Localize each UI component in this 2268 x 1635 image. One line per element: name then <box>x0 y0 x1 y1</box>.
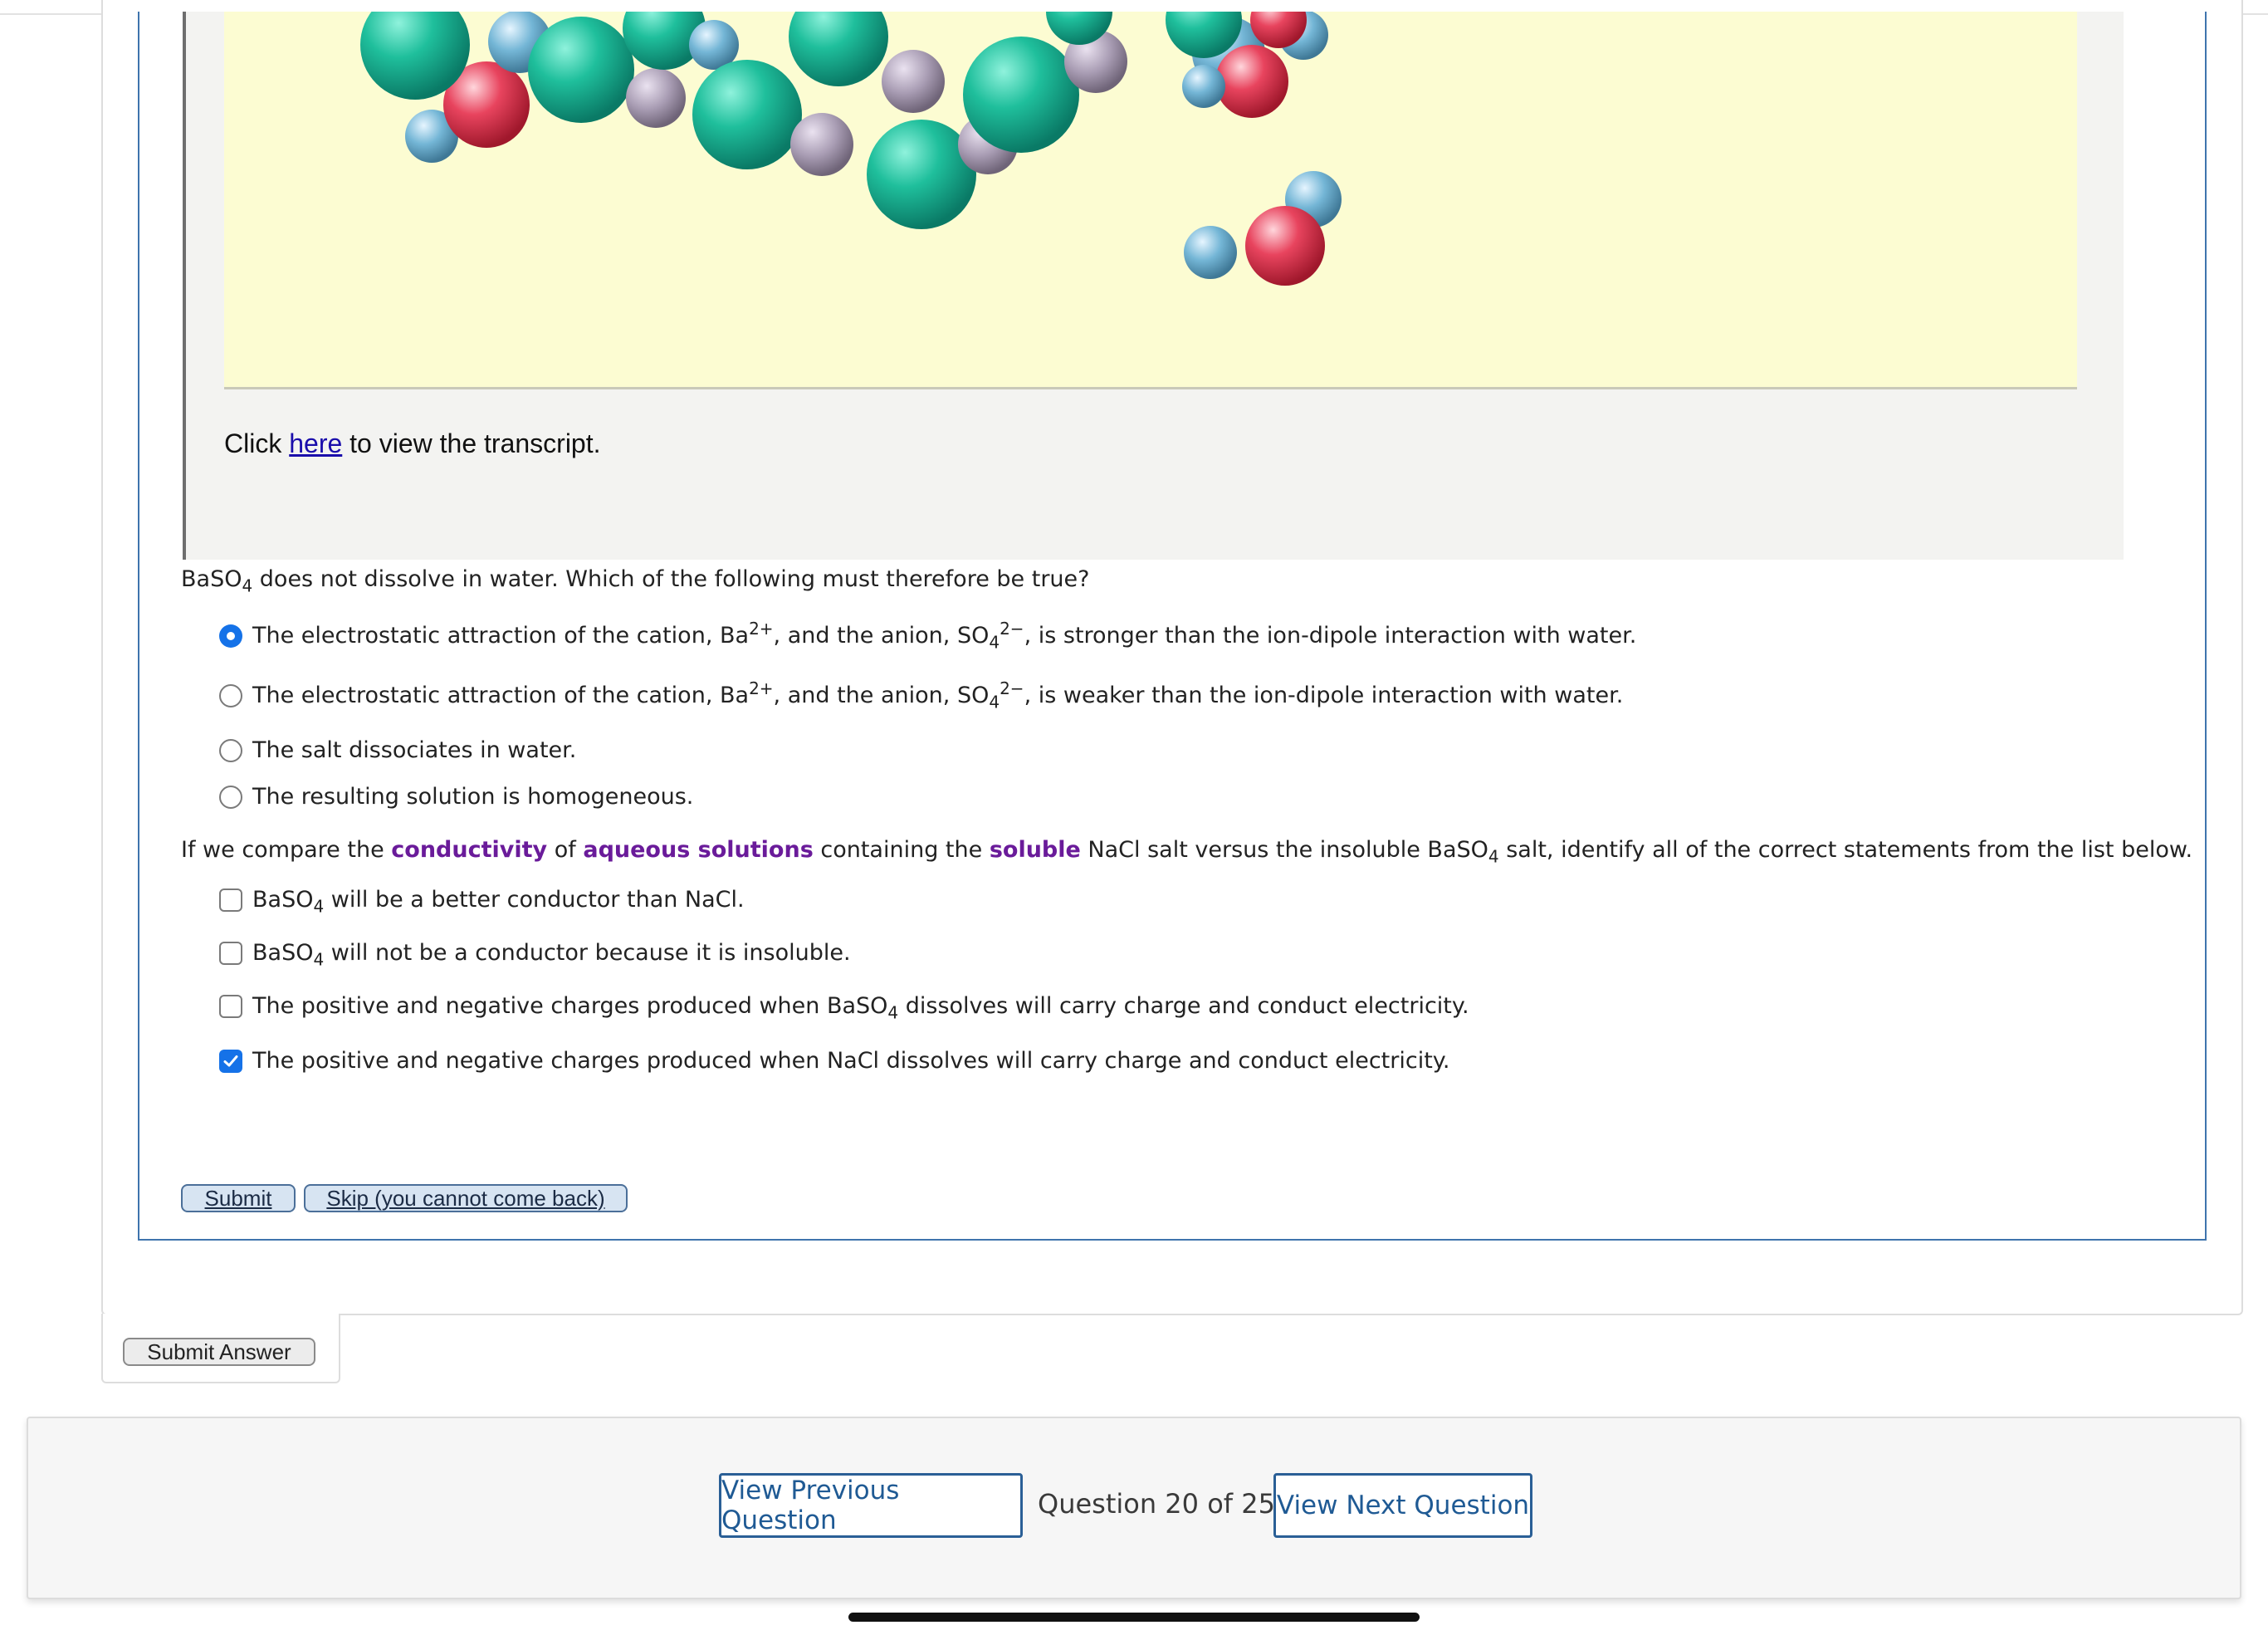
home-indicator <box>848 1613 1420 1622</box>
checkmark-icon <box>223 1055 238 1066</box>
submit-answer-button[interactable]: Submit Answer <box>123 1338 315 1366</box>
radio-button[interactable] <box>219 738 242 762</box>
option-label: The electrostatic attraction of the cati… <box>252 678 1624 712</box>
checkbox[interactable] <box>219 994 242 1018</box>
keyword-conductivity: conductivity <box>391 837 548 863</box>
checkbox-option-4[interactable]: The positive and negative charges produc… <box>219 1048 1450 1074</box>
submit-button[interactable]: Submit <box>181 1184 296 1212</box>
skip-button[interactable]: Skip (you cannot come back) <box>304 1184 628 1212</box>
view-previous-question-button[interactable]: View Previous Question <box>719 1473 1023 1538</box>
option-label: BaSO4 will not be a conductor because it… <box>252 940 851 970</box>
transcript-line: Click here to view the transcript. <box>224 428 601 459</box>
radio-option-4[interactable]: The resulting solution is homogeneous. <box>219 784 693 810</box>
checkbox-checked[interactable] <box>219 1049 242 1073</box>
checkbox-option-1[interactable]: BaSO4 will be a better conductor than Na… <box>219 887 745 917</box>
question-counter: Question 20 of 25 <box>1038 1488 1275 1520</box>
option-label: The electrostatic attraction of the cati… <box>252 619 1637 653</box>
transcript-link[interactable]: here <box>289 428 342 458</box>
transcript-suffix: to view the transcript. <box>342 428 601 458</box>
keyword-aqueous-solutions: aqueous solutions <box>583 837 814 863</box>
question2-stem: If we compare the conductivity of aqueou… <box>181 837 2193 867</box>
checkbox-option-3[interactable]: The positive and negative charges produc… <box>219 993 1469 1023</box>
option-label: The positive and negative charges produc… <box>252 1048 1450 1074</box>
transcript-prefix: Click <box>224 428 290 458</box>
radio-button[interactable] <box>219 683 242 707</box>
option-label: The salt dissociates in water. <box>252 737 577 763</box>
radio-option-3[interactable]: The salt dissociates in water. <box>219 737 576 763</box>
option-label: BaSO4 will be a better conductor than Na… <box>252 887 745 917</box>
molecule-illustration <box>360 12 1342 286</box>
radio-option-2[interactable]: The electrostatic attraction of the cati… <box>219 678 1624 712</box>
molecule-animation <box>224 12 2077 389</box>
option-label: The positive and negative charges produc… <box>252 993 1469 1023</box>
checkbox[interactable] <box>219 888 242 912</box>
radio-button[interactable] <box>219 785 242 809</box>
keyword-soluble: soluble <box>989 837 1081 863</box>
checkbox-option-2[interactable]: BaSO4 will not be a conductor because it… <box>219 940 851 970</box>
checkbox[interactable] <box>219 941 242 965</box>
radio-button-selected[interactable] <box>219 624 242 648</box>
radio-option-1[interactable]: The electrostatic attraction of the cati… <box>219 619 1637 653</box>
option-label: The resulting solution is homogeneous. <box>252 784 694 810</box>
view-next-question-button[interactable]: View Next Question <box>1273 1473 1532 1538</box>
question1-stem: BaSO4 does not dissolve in water. Which … <box>181 566 1090 596</box>
